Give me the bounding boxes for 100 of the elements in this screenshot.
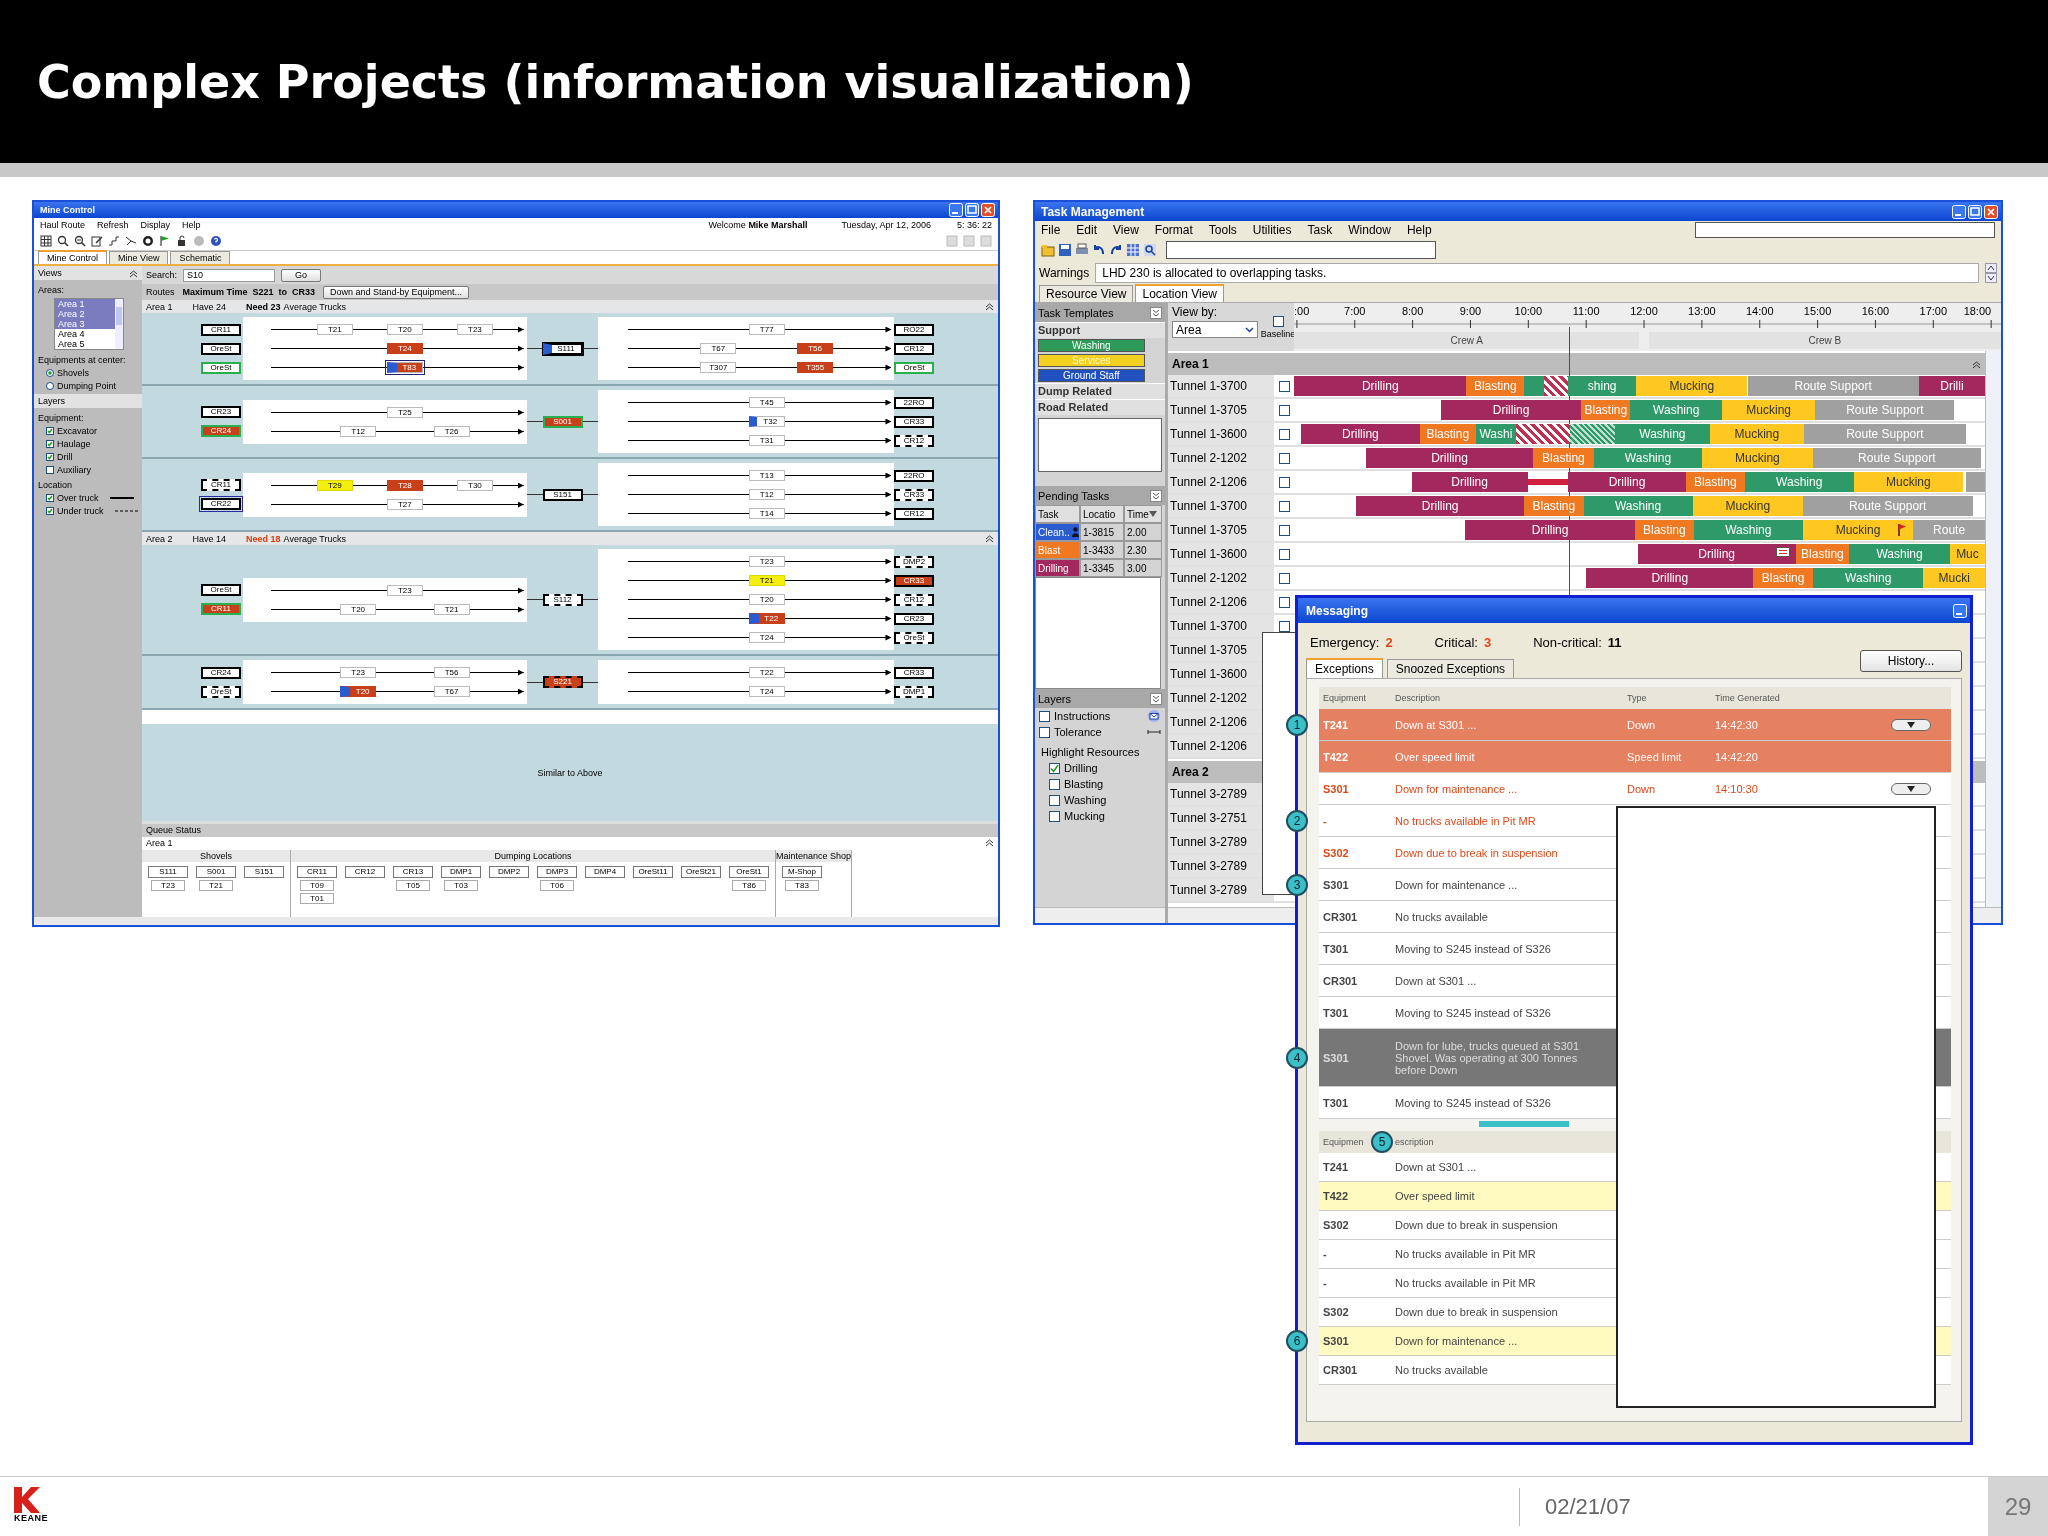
location-node[interactable]: CR33: [894, 415, 934, 428]
task-bar[interactable]: Washing: [1615, 424, 1710, 444]
queue-node[interactable]: M-Shop: [782, 866, 822, 878]
tab[interactable]: Mine View: [109, 251, 169, 264]
queue-node[interactable]: S111: [148, 866, 188, 878]
input-field[interactable]: [1166, 241, 1436, 259]
task-chip[interactable]: Clean..: [1035, 523, 1080, 541]
truck-tag[interactable]: T27: [386, 498, 423, 510]
task-bar[interactable]: Washing: [1593, 448, 1703, 468]
collapse-icon[interactable]: [1972, 359, 1981, 369]
checkbox[interactable]: [46, 494, 54, 502]
truck-tag[interactable]: T77: [748, 324, 785, 335]
column-header[interactable]: Equipmen: [1319, 1137, 1364, 1147]
list-item[interactable]: Area 4: [55, 329, 115, 339]
help-icon[interactable]: [210, 235, 222, 247]
task-bar[interactable]: Washing: [1813, 568, 1924, 588]
location-node[interactable]: DMP1: [894, 685, 934, 698]
truck-tag[interactable]: T01: [300, 893, 334, 904]
collapse-icon[interactable]: [985, 534, 994, 543]
tab[interactable]: Schematic: [170, 251, 231, 264]
truck-tag[interactable]: T23: [748, 556, 785, 567]
truck-tag[interactable]: T23: [386, 584, 423, 596]
checkbox[interactable]: [1278, 596, 1290, 608]
truck-tag[interactable]: T13: [748, 470, 785, 481]
truck-tag[interactable]: T12: [340, 425, 377, 437]
template-chip[interactable]: Washing: [1038, 339, 1145, 352]
location-node[interactable]: CR12: [894, 342, 934, 355]
list-item[interactable]: Area 5: [55, 339, 115, 349]
menu-item[interactable]: Format: [1154, 223, 1193, 237]
truck-tag[interactable]: T307: [700, 362, 737, 373]
collapse-icon[interactable]: [129, 268, 138, 278]
queue-node[interactable]: OreSt1: [729, 866, 769, 878]
redo-icon[interactable]: [1109, 243, 1123, 257]
zoom-icon[interactable]: [1143, 243, 1157, 257]
menu-item[interactable]: Task: [1307, 223, 1333, 237]
truck-tag[interactable]: T25: [386, 406, 423, 418]
equipment-button[interactable]: Down and Stand-by Equipment...: [322, 285, 469, 299]
scrollbar[interactable]: [1985, 351, 2001, 907]
task-bar[interactable]: Drilling: [1294, 376, 1467, 396]
truck-tag[interactable]: T26: [433, 425, 470, 437]
task-bar[interactable]: Muc: [1949, 544, 1985, 564]
location-node[interactable]: CR33: [894, 666, 934, 679]
location-node[interactable]: CR12: [894, 434, 934, 447]
truck-tag[interactable]: T21: [433, 603, 470, 615]
task-chip[interactable]: Drilling: [1035, 559, 1080, 577]
checkbox[interactable]: [46, 453, 54, 461]
group-header[interactable]: Support: [1035, 322, 1165, 338]
group-header[interactable]: Road Related: [1035, 399, 1165, 415]
truck-tag[interactable]: T20: [748, 594, 785, 605]
checkbox[interactable]: [1272, 315, 1284, 327]
menu-item[interactable]: Tools: [1208, 223, 1237, 237]
checkbox[interactable]: [1049, 794, 1060, 806]
truck-tag[interactable]: T83: [386, 362, 423, 373]
checkbox[interactable]: [1278, 620, 1290, 632]
undo-icon[interactable]: [1092, 243, 1106, 257]
input-field[interactable]: [1695, 222, 1995, 238]
grid-icon[interactable]: [40, 235, 52, 247]
truck-tag[interactable]: T23: [340, 667, 377, 678]
menu-item[interactable]: Window: [1348, 223, 1391, 237]
task-bar[interactable]: Washing: [1849, 544, 1950, 564]
location-node[interactable]: OreSt: [201, 342, 241, 355]
caret-icon[interactable]: [1245, 325, 1254, 334]
search-field[interactable]: S10: [183, 268, 276, 282]
location-node[interactable]: S221: [542, 676, 583, 688]
zoom-in-icon[interactable]: [57, 235, 69, 247]
truck-tag[interactable]: T09: [300, 880, 334, 891]
column-header[interactable]: Time Generated: [1711, 693, 1780, 703]
truck-tag[interactable]: T21: [199, 880, 233, 891]
menu-item[interactable]: Help: [1406, 223, 1432, 237]
truck-tag[interactable]: T30: [456, 479, 493, 491]
location-node[interactable]: OreSt: [201, 361, 241, 374]
route-icon[interactable]: [125, 235, 137, 247]
truck-tag[interactable]: T355: [797, 362, 834, 373]
checkbox[interactable]: [1049, 810, 1060, 822]
dropdown-button[interactable]: [1891, 782, 1931, 795]
truck-tag[interactable]: T23: [151, 880, 185, 891]
task-bar[interactable]: Washing: [1693, 520, 1803, 540]
truck-tag[interactable]: T45: [748, 397, 785, 408]
column-header[interactable]: Type: [1623, 693, 1647, 703]
menu-item[interactable]: Utilities: [1252, 223, 1292, 237]
splitter-handle[interactable]: [1479, 1121, 1569, 1127]
location-node[interactable]: CR11: [201, 323, 241, 336]
queue-node[interactable]: OreSt21: [681, 866, 721, 878]
task-bar[interactable]: Drilling: [1301, 424, 1420, 444]
location-node[interactable]: CR24: [201, 425, 241, 437]
checkbox[interactable]: [1049, 778, 1060, 790]
truck-tag[interactable]: T86: [732, 880, 766, 891]
truck-tag[interactable]: T56: [433, 667, 470, 678]
truck-tag[interactable]: T14: [748, 508, 785, 519]
location-node[interactable]: CR33: [894, 574, 934, 587]
queue-node[interactable]: DMP4: [585, 866, 625, 878]
truck-tag[interactable]: T29: [316, 479, 353, 491]
location-node[interactable]: OreSt: [201, 685, 241, 698]
location-node[interactable]: S111: [542, 342, 583, 355]
list-item[interactable]: Area 1: [55, 299, 115, 309]
radio-button[interactable]: [46, 369, 54, 377]
location-node[interactable]: OreSt: [894, 631, 934, 644]
task-bar[interactable]: Mucking: [1692, 496, 1803, 516]
truck-tag[interactable]: T23: [456, 324, 493, 335]
checkbox[interactable]: [46, 507, 54, 515]
